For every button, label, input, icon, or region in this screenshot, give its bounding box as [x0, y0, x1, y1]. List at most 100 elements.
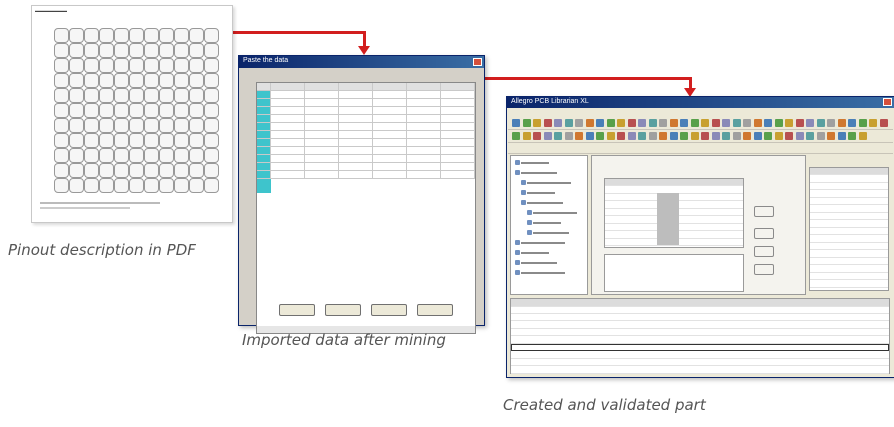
- tree-node-icon: [521, 190, 526, 195]
- pin-cell: [99, 73, 114, 88]
- toolbar-icon: [743, 132, 751, 140]
- grid-cell: [441, 115, 475, 123]
- caption-created: Created and validated part: [503, 396, 706, 414]
- grid-cell: [441, 163, 475, 171]
- toolbar-row-3[interactable]: [508, 143, 893, 154]
- grid-cell: [271, 131, 305, 139]
- toolbar-icon: [827, 132, 835, 140]
- grid-cell: [257, 147, 271, 155]
- toolbar-icon: [722, 119, 730, 127]
- pin-cell: [204, 178, 219, 193]
- grid-cell: [257, 139, 271, 147]
- pin-cell: [54, 58, 69, 73]
- pin-cell: [159, 43, 174, 58]
- toolbar-icon: [564, 119, 573, 127]
- grid-cell: [373, 171, 407, 179]
- tree-item: [533, 212, 577, 214]
- tree-node-icon: [515, 170, 520, 175]
- pin-cell: [174, 118, 189, 133]
- tool-button[interactable]: [754, 264, 774, 275]
- toolbar-icon: [554, 132, 562, 140]
- pin-cell: [174, 133, 189, 148]
- log-row: [511, 359, 889, 366]
- toolbar-icon: [648, 132, 657, 140]
- tool-button[interactable]: [754, 228, 774, 239]
- grid-cell: [441, 147, 475, 155]
- grid-cell: [407, 155, 441, 163]
- tool-button[interactable]: [754, 246, 774, 257]
- toolbar-row-1[interactable]: [508, 117, 893, 130]
- close-icon[interactable]: [883, 98, 892, 106]
- log-row: [511, 314, 889, 321]
- toolbar-icon: [543, 132, 552, 140]
- pin-cell: [144, 43, 159, 58]
- grid-cell: [271, 91, 305, 99]
- toolbar-icon: [806, 119, 814, 127]
- pin-cell: [54, 103, 69, 118]
- grid-cell: [441, 123, 475, 131]
- grid-cell: [373, 115, 407, 123]
- pin-cell: [114, 58, 129, 73]
- pin-cell: [144, 58, 159, 73]
- pin-cell: [99, 163, 114, 178]
- pin-cell: [99, 178, 114, 193]
- pin-table[interactable]: [604, 178, 744, 248]
- pin-cell: [159, 118, 174, 133]
- toolbar-icon: [512, 119, 520, 127]
- dialog-button-3[interactable]: [371, 304, 407, 316]
- table-row: [810, 228, 888, 235]
- toolbar-icon: [638, 132, 646, 140]
- pin-cell: [54, 133, 69, 148]
- grid-cell: [441, 99, 475, 107]
- toolbar-icon: [774, 119, 783, 127]
- pin-cell: [114, 73, 129, 88]
- message-log-panel[interactable]: [510, 298, 890, 374]
- dialog-button-4[interactable]: [417, 304, 453, 316]
- dialog-button-1[interactable]: [279, 304, 315, 316]
- pin-cell: [84, 178, 99, 193]
- pin-cell: [189, 148, 204, 163]
- toolbar-icon: [701, 132, 709, 140]
- toolbar-row-2[interactable]: [508, 130, 893, 143]
- grid-cell: [305, 155, 339, 163]
- tree-item: [527, 182, 571, 184]
- grid-cell: [305, 163, 339, 171]
- toolbar-icon: [606, 119, 615, 127]
- pin-cell: [54, 148, 69, 163]
- grid-cell: [373, 131, 407, 139]
- grid-cell: [257, 83, 271, 91]
- pin-cell: [54, 73, 69, 88]
- grid-cell: [407, 115, 441, 123]
- grid-cell: [339, 123, 373, 131]
- toolbar-icon: [512, 132, 520, 140]
- pin-cell: [159, 88, 174, 103]
- dialog-button-2[interactable]: [325, 304, 361, 316]
- toolbar-icon: [659, 132, 667, 140]
- log-row: [511, 329, 889, 336]
- tool-button[interactable]: [754, 206, 774, 217]
- pin-cell: [129, 148, 144, 163]
- grid-cell: [271, 155, 305, 163]
- pin-cell: [129, 28, 144, 43]
- grid-cell: [339, 147, 373, 155]
- grid-cell: [373, 147, 407, 155]
- grid-cell: [373, 99, 407, 107]
- logical-pins-table[interactable]: [604, 254, 744, 292]
- pin-cell: [129, 163, 144, 178]
- close-icon[interactable]: [473, 58, 482, 66]
- grid-cell: [339, 163, 373, 171]
- tree-item: [521, 272, 565, 274]
- grid-cell: [407, 99, 441, 107]
- pin-cell: [204, 163, 219, 178]
- table-row: [810, 281, 888, 288]
- tree-node-icon: [515, 240, 520, 245]
- toolbar-icon: [638, 119, 646, 127]
- physical-pins-table[interactable]: [809, 167, 889, 291]
- toolbar-icon: [701, 119, 709, 127]
- pasted-data-grid[interactable]: [256, 82, 476, 334]
- package-pin-editor[interactable]: [591, 155, 806, 295]
- pdf-pin-grid: [54, 28, 220, 194]
- project-tree-panel[interactable]: [510, 155, 588, 295]
- grid-cell: [257, 163, 271, 171]
- toolbar-icon: [690, 119, 699, 127]
